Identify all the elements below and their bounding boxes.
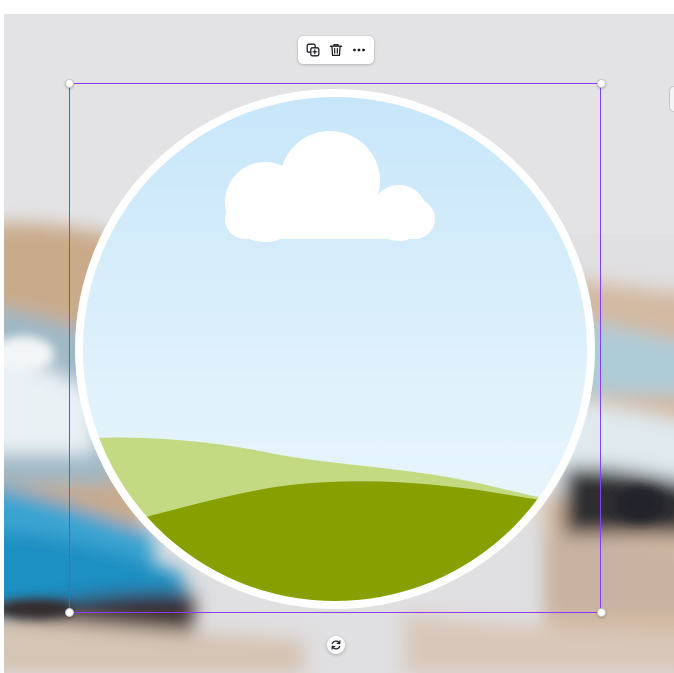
circle-frame[interactable]: [75, 89, 595, 609]
resize-handle-top-left[interactable]: [65, 79, 74, 88]
side-panel-tab[interactable]: [669, 86, 674, 112]
editor-page: [0, 0, 674, 673]
rotate-icon: [331, 640, 341, 650]
duplicate-button[interactable]: [303, 40, 323, 60]
delete-button[interactable]: [326, 40, 346, 60]
more-options-button[interactable]: [349, 40, 369, 60]
resize-handle-bottom-left[interactable]: [65, 608, 74, 617]
duplicate-icon: [306, 43, 320, 57]
element-toolbar: [298, 36, 374, 64]
rotate-handle[interactable]: [327, 636, 345, 654]
resize-handle-top-right[interactable]: [597, 79, 606, 88]
more-horizontal-icon: [353, 48, 365, 52]
resize-handle-bottom-right[interactable]: [597, 608, 606, 617]
trash-icon: [329, 43, 343, 57]
